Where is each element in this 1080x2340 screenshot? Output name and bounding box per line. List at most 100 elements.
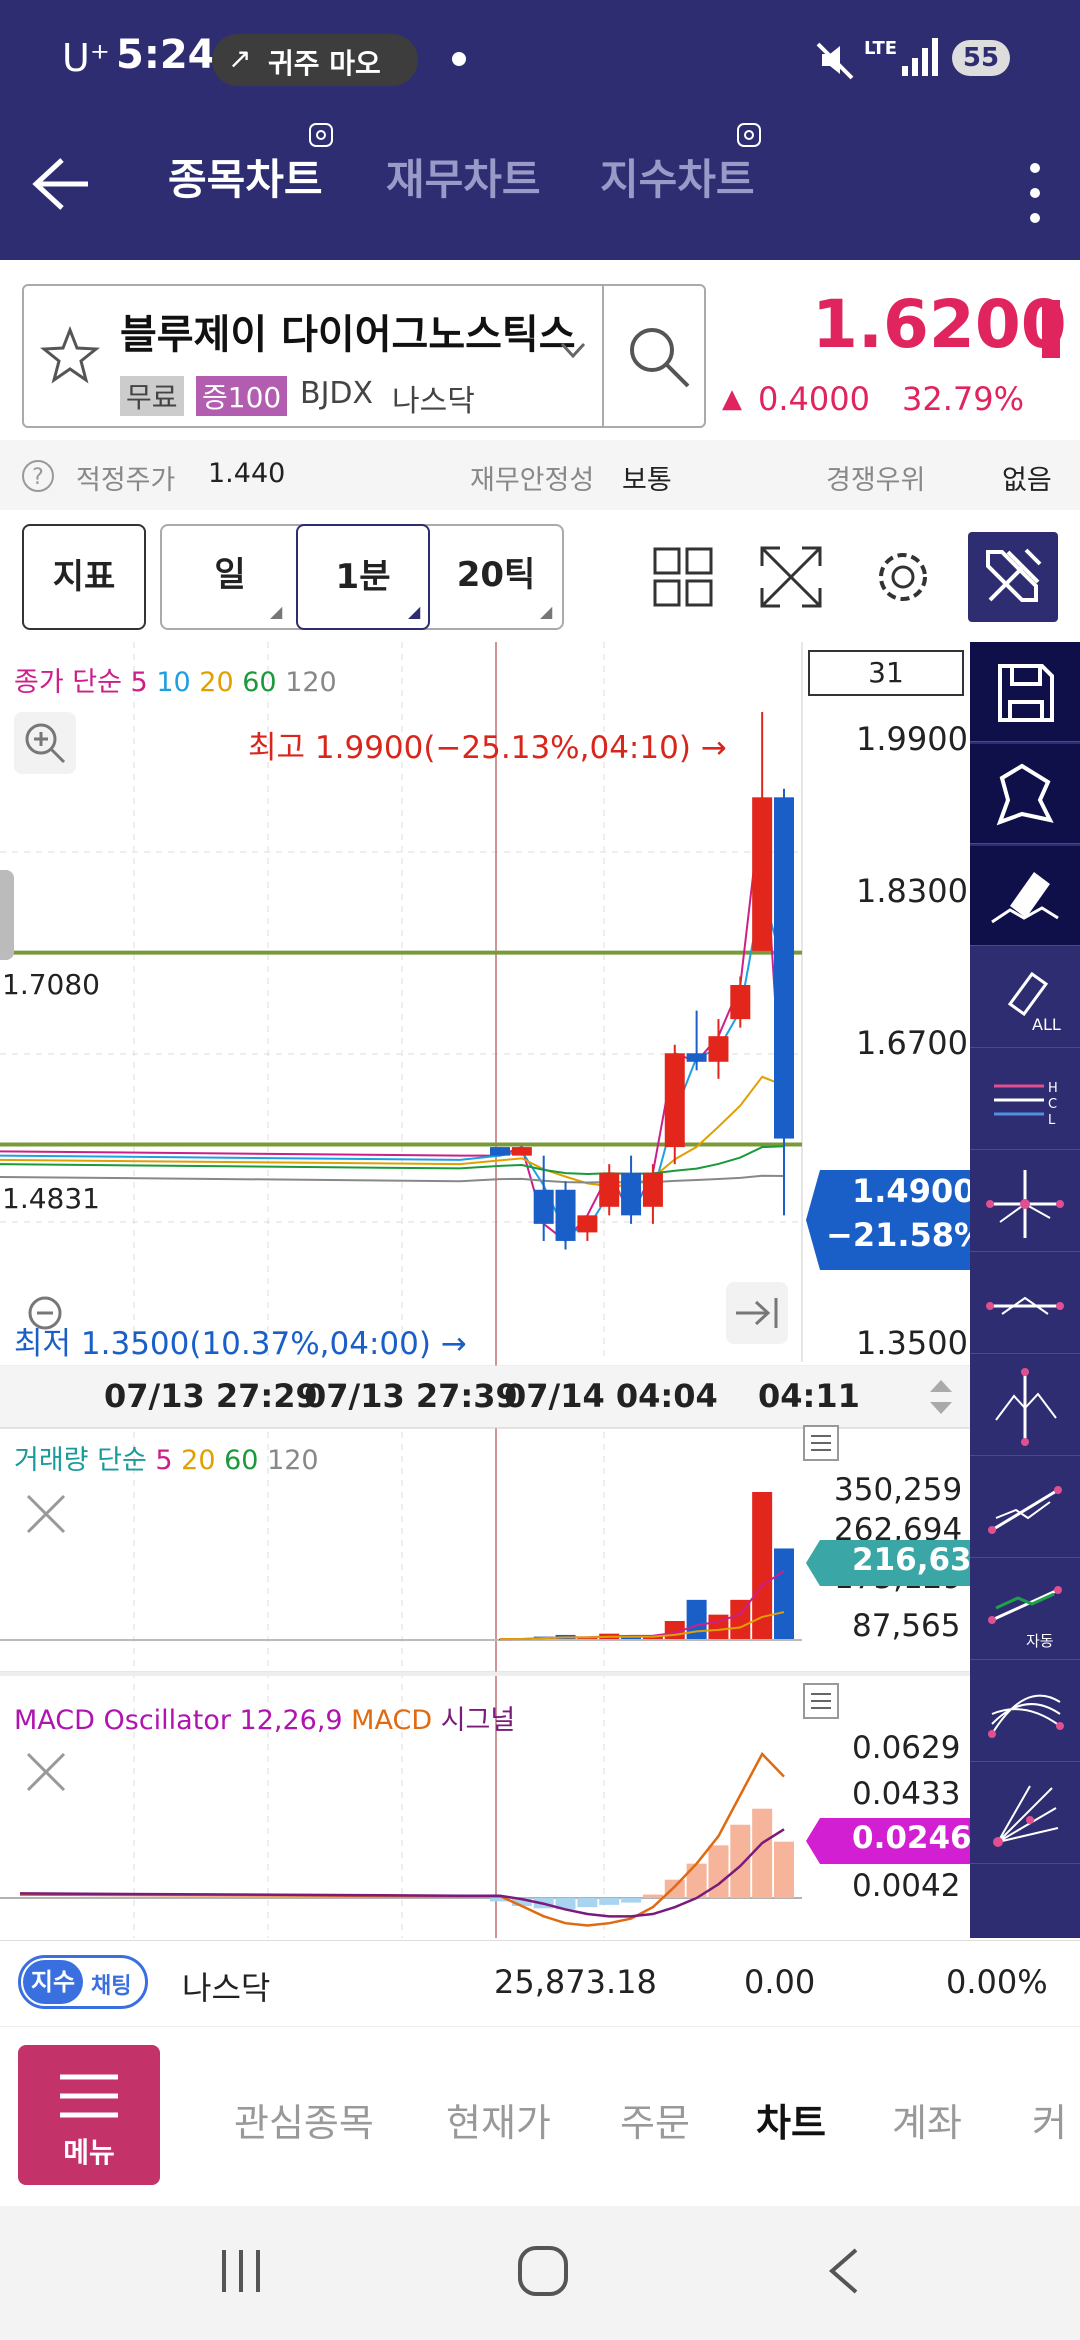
macd-y-tick: 0.0042 (852, 1868, 961, 1904)
grid-layout-icon[interactable] (652, 546, 714, 608)
carrier: U⁺ (62, 36, 110, 80)
auto-trend-tool[interactable]: 자동 (970, 1560, 1080, 1660)
horizontal-line-tool[interactable] (970, 1254, 1080, 1354)
badge-margin: 증100 (196, 376, 288, 416)
index-chat-toggle[interactable]: 지수 채팅 (18, 1955, 148, 2009)
home-icon[interactable] (516, 2244, 570, 2298)
star-icon[interactable] (40, 326, 100, 386)
macd-osc-bar (774, 1841, 794, 1898)
signal-icon (902, 38, 938, 76)
nav-order[interactable]: 주문 (620, 2092, 690, 2147)
stock-search-box[interactable]: 블루제이 다이어그노스틱스 무료 증100 BJDX 나스닥 (22, 284, 706, 428)
shape-tool[interactable] (970, 744, 1080, 844)
search-icon[interactable] (624, 322, 694, 392)
help-icon[interactable]: ? (20, 458, 56, 494)
more-vert-icon[interactable] (1020, 158, 1050, 228)
horizontal-line-icon (986, 1296, 1064, 1315)
drawing-tools-button[interactable] (968, 532, 1058, 622)
fullscreen-icon[interactable] (758, 544, 824, 610)
pane-menu-icon[interactable] (802, 1682, 840, 1720)
crosshair-tool[interactable] (970, 1152, 1080, 1252)
x-label: 04:11 (758, 1377, 860, 1415)
mute-icon (816, 42, 854, 80)
menu-button[interactable]: 메뉴 (18, 2045, 160, 2185)
valuation-info-row: ? 적정주가 1.440 재무안정성 보통 경쟁우위 없음 (0, 440, 1080, 510)
y-tick: 1.8300 (856, 872, 968, 910)
macd-y-tick: 0.0433 (852, 1776, 961, 1812)
chevron-down-icon[interactable] (558, 340, 588, 360)
nav-account[interactable]: 계좌 (892, 2092, 962, 2147)
trend-icon: ↗ (228, 42, 252, 75)
ma5-label: 5 (130, 667, 148, 698)
pane-resize-icon[interactable] (926, 1372, 956, 1422)
candle-body (533, 1189, 554, 1224)
gear-icon[interactable] (870, 544, 936, 610)
nav-more[interactable]: 커 (1032, 2092, 1067, 2147)
corner-triangle-icon: ◢ (540, 602, 553, 621)
level-label-1708: 1.7080 (2, 968, 100, 1001)
tab-badge-icon (309, 123, 333, 147)
nav-chart[interactable]: 차트 (756, 2092, 826, 2147)
candle-body (774, 797, 794, 1139)
chart-canvas[interactable] (0, 642, 970, 1938)
chart-area[interactable]: 종가 단순 5 10 20 60 120 31 최고 1.9900(−25.13… (0, 642, 993, 1938)
notification-chip[interactable]: ↗ 귀주 마오 (212, 34, 418, 86)
crosshair-icon (986, 1170, 1064, 1238)
index-name: 나스닥 (182, 1969, 271, 2007)
y-tick: 1.3500 (856, 1324, 968, 1362)
ma20-label: 20 (199, 667, 234, 698)
hcl-line-tool[interactable]: HCL (970, 1050, 1080, 1150)
recent-apps-icon[interactable] (216, 2246, 266, 2296)
zoom-in-icon[interactable] (14, 712, 76, 774)
macd-osc-bar (642, 1894, 663, 1898)
arc-tool[interactable] (970, 1662, 1080, 1762)
fibonacci-arc-icon (988, 1694, 1064, 1738)
candle-body (621, 1172, 642, 1216)
current-tag-price: 1.4900 (852, 1172, 976, 1210)
back-icon[interactable] (824, 2246, 864, 2296)
macd-osc-bar (730, 1824, 751, 1898)
y-tick: 1.9900 (856, 720, 968, 758)
hamburger-icon (60, 2074, 118, 2118)
fair-price-label: 적정주가 (76, 465, 176, 496)
save-tool[interactable] (970, 642, 1080, 742)
tools-icon (986, 548, 1042, 602)
scroll-to-latest-icon[interactable] (726, 1282, 788, 1344)
x-label: 07/14 04:04 (504, 1377, 718, 1415)
tab-index-chart[interactable]: 지수차트 (600, 150, 755, 210)
current-price: 1.6200 (812, 286, 1067, 363)
back-arrow-icon[interactable] (28, 152, 92, 216)
market: 나스닥 (392, 384, 475, 419)
indicator-button[interactable]: 지표 (22, 524, 146, 630)
visible-count-box[interactable]: 31 (808, 650, 964, 696)
volume-bar (774, 1548, 794, 1640)
fan-line-tool[interactable] (970, 1764, 1080, 1864)
macd-tag-value: 0.0246 (852, 1820, 972, 1856)
low-annotation: 최저 1.3500(10.37%,04:00) → (14, 1326, 467, 1362)
eraser-tool[interactable] (970, 846, 1080, 946)
close-icon[interactable] (22, 1748, 70, 1796)
svg-text:?: ? (32, 465, 44, 490)
signal-label: 시그널 (440, 1705, 516, 1736)
y-tick: 1.6700 (856, 1024, 968, 1062)
nav-watchlist[interactable]: 관심종목 (234, 2092, 374, 2147)
trend-line-tool[interactable] (970, 1458, 1080, 1558)
fair-price-value: 1.440 (208, 458, 286, 489)
candle-body (642, 1172, 663, 1207)
moving-average-line (0, 1174, 785, 1184)
nav-current-price[interactable]: 현재가 (446, 2092, 551, 2147)
index-ticker[interactable]: 지수 채팅 나스닥 25,873.18 0.00 0.00% (0, 1940, 1080, 2024)
trend-line-icon (988, 1486, 1062, 1534)
chart-toolbar: 지표 일 1분 20틱 ◢ ◢ ◢ (0, 510, 1080, 642)
stability-label: 재무안정성 (470, 465, 595, 496)
close-icon[interactable] (22, 1490, 70, 1538)
pane-menu-icon[interactable] (802, 1424, 840, 1462)
price-legend: 종가 단순 5 10 20 60 120 (14, 660, 337, 699)
tab-stock-chart[interactable]: 종목차트 (168, 150, 323, 210)
erase-all-tool[interactable]: ALL (970, 948, 1080, 1048)
tab-financial-chart[interactable]: 재무차트 (386, 150, 541, 210)
vertical-line-tool[interactable] (970, 1356, 1080, 1456)
side-drawer-handle[interactable] (0, 870, 14, 960)
candle-body (599, 1172, 620, 1207)
price-legend-label: 종가 단순 (14, 667, 122, 698)
